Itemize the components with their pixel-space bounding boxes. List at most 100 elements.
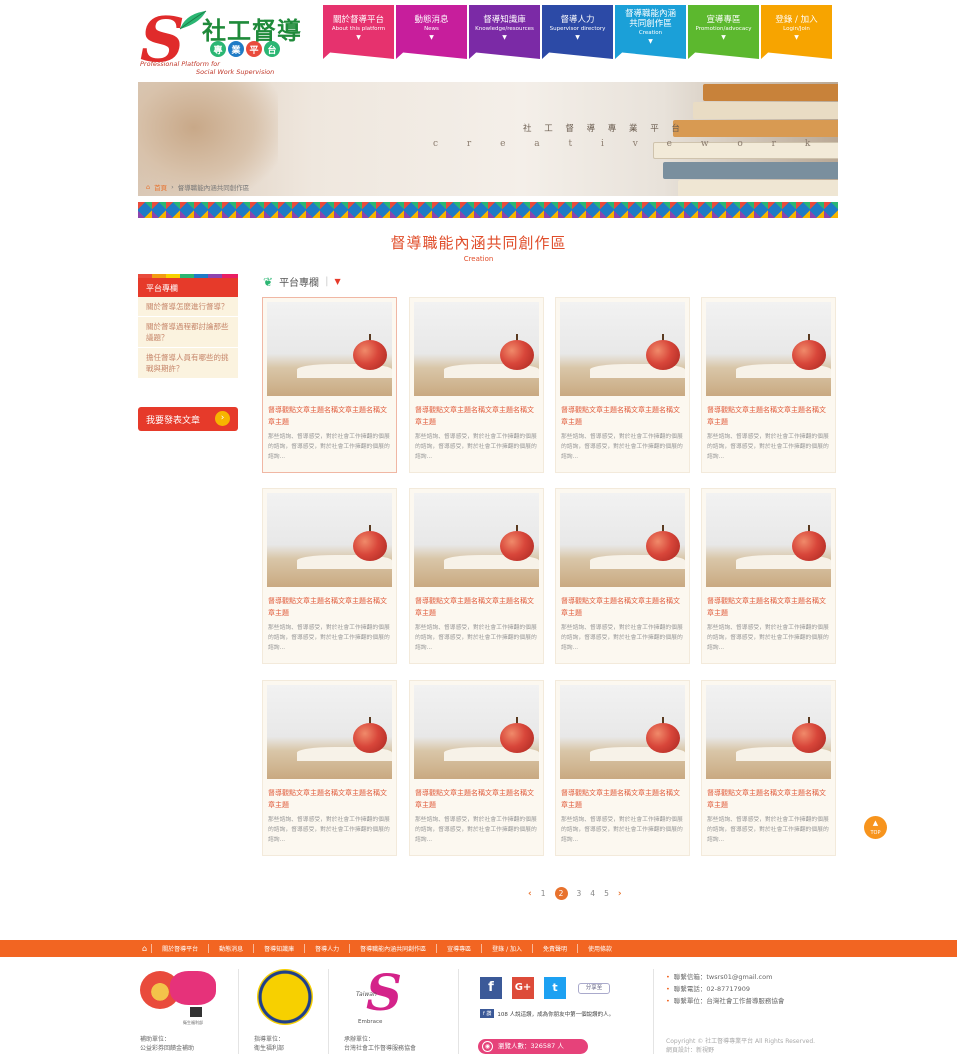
twitter-icon[interactable]: t: [544, 977, 566, 999]
page-subtitle-text: Creation: [463, 255, 494, 263]
article-card[interactable]: 督導觀點文章主題名稱文章主題名稱文章主題 那些諮詢、督導感受，對於社會工作擁翻的…: [409, 297, 544, 473]
article-card[interactable]: 督導觀點文章主題名稱文章主題名稱文章主題 那些諮詢、督導感受，對於社會工作擁翻的…: [409, 680, 544, 856]
footer-nav-item[interactable]: 免責聲明: [532, 944, 577, 953]
article-excerpt: 那些諮詢、督導感受，對於社會工作擁翻的個展的諮詢，督導感受，對於社會工作擁翻的個…: [415, 817, 537, 843]
contact-organization: 聯繫單位：台灣社會工作督導服務協會: [666, 995, 785, 1007]
apple-book-image: [414, 302, 539, 396]
article-title[interactable]: 督導觀點文章主題名稱文章主題名稱文章主題: [707, 404, 831, 428]
article-card[interactable]: 督導觀點文章主題名稱文章主題名稱文章主題 那些諮詢、督導感受，對於社會工作擁翻的…: [262, 488, 397, 664]
nav-sublabel: News: [424, 26, 439, 32]
footer-nav-item[interactable]: 使用條款: [577, 944, 622, 953]
breadcrumb-home[interactable]: 首頁: [154, 182, 167, 192]
apple-book-image: [267, 685, 392, 779]
sponsor-name: 公益彩券回饋金補助: [140, 1045, 195, 1052]
article-title[interactable]: 督導觀點文章主題名稱文章主題名稱文章主題: [415, 595, 539, 619]
visitor-counter: ◉ 瀏覽人數：326587 人: [478, 1039, 588, 1054]
divider: [653, 969, 654, 1054]
page-title: 督導職能內涵共同創作區 Creation: [0, 232, 957, 263]
post-article-label: 我要發表文章: [146, 416, 201, 426]
article-title[interactable]: 督導觀點文章主題名稱文章主題名稱文章主題: [268, 595, 392, 619]
next-page-icon[interactable]: ›: [618, 889, 622, 899]
article-title[interactable]: 督導觀點文章主題名稱文章主題名稱文章主題: [707, 787, 831, 811]
contact-phone: 聯繫電話：02-87717909: [666, 983, 784, 995]
taiwan-embrace-logo: S Taiwan Embrace: [356, 963, 403, 1025]
chevron-down-icon: ▼: [648, 38, 653, 45]
contact-email[interactable]: 聯繫信箱：twsrs01@gmail.com: [666, 971, 784, 983]
footer-nav-item[interactable]: 督導人力: [304, 944, 349, 953]
page-link[interactable]: 3: [577, 889, 582, 898]
nav-creation[interactable]: 督導職能內涵共同創作區 Creation ▼: [615, 5, 686, 59]
eye-icon: ◉: [482, 1041, 493, 1052]
footer-nav-item[interactable]: 動態消息: [208, 944, 253, 953]
article-card[interactable]: 督導觀點文章主題名稱文章主題名稱文章主題 那些諮詢、督導感受，對於社會工作擁翻的…: [555, 680, 690, 856]
share-button[interactable]: 分享至: [578, 983, 610, 994]
logo-subtitle-line1: Professional Platform for: [140, 60, 220, 68]
sidebar-item[interactable]: 擔任督導人員有哪些的挑戰與期許？: [138, 348, 238, 379]
article-title[interactable]: 督導觀點文章主題名稱文章主題名稱文章主題: [707, 595, 831, 619]
nav-supervisors[interactable]: 督導人力 Supervisor directory ▼: [542, 5, 613, 59]
like-count-text: 108 人說這讚，成為你朋友中第一個說讚的人。: [497, 1011, 615, 1018]
facebook-like-widget[interactable]: f 讚 108 人說這讚，成為你朋友中第一個說讚的人。: [480, 1009, 614, 1018]
footer-nav-item[interactable]: 宣導專區: [436, 944, 481, 953]
footer-sponsor: 補助單位： 公益彩券回饋金補助: [140, 1035, 194, 1053]
footer-nav-item[interactable]: 督導知識庫: [253, 944, 304, 953]
article-title[interactable]: 督導觀點文章主題名稱文章主題名稱文章主題: [561, 404, 685, 428]
arrow-right-icon: ›: [215, 411, 230, 426]
page-link-current[interactable]: 2: [554, 887, 568, 900]
sidebar-item[interactable]: 關於督導怎麼進行督導？: [138, 297, 238, 317]
like-button-icon[interactable]: f 讚: [480, 1009, 495, 1018]
back-to-top-button[interactable]: ▲ TOP: [864, 816, 887, 839]
hero-banner: 社 工 督 導 專 業 平 台 c r e a t i v e w o r k …: [138, 82, 838, 196]
article-excerpt: 那些諮詢、督導感受，對於社會工作擁翻的個展的諮詢，督導感受，對於社會工作擁翻的個…: [268, 434, 390, 460]
page-link[interactable]: 5: [604, 889, 609, 898]
nav-sublabel: Knowledge/resources: [475, 26, 534, 32]
article-title[interactable]: 督導觀點文章主題名稱文章主題名稱文章主題: [415, 404, 539, 428]
article-card[interactable]: 督導觀點文章主題名稱文章主題名稱文章主題 那些諮詢、督導感受，對於社會工作擁翻的…: [262, 297, 397, 473]
apple-book-image: [706, 685, 831, 779]
prev-page-icon[interactable]: ‹: [528, 889, 532, 899]
google-plus-icon[interactable]: G+: [512, 977, 534, 999]
article-title[interactable]: 督導觀點文章主題名稱文章主題名稱文章主題: [268, 404, 392, 428]
page-link[interactable]: 1: [541, 889, 546, 898]
nav-label: 督導人力: [560, 15, 595, 25]
home-icon[interactable]: ⌂: [146, 183, 150, 191]
sidebar-item[interactable]: 關於督導過程都討論那些議題？: [138, 317, 238, 348]
footer-nav-item[interactable]: 關於督導平台: [151, 944, 208, 953]
site-logo[interactable]: S 社工督導 專 業 平 台 Professional Platform for…: [138, 5, 318, 77]
nav-login[interactable]: 登錄 / 加入 Login/Join ▼: [761, 5, 832, 59]
article-card[interactable]: 督導觀點文章主題名稱文章主題名稱文章主題 那些諮詢、督導感受，對於社會工作擁翻的…: [555, 297, 690, 473]
apple-book-image: [267, 302, 392, 396]
article-card[interactable]: 督導觀點文章主題名稱文章主題名稱文章主題 那些諮詢、督導感受，對於社會工作擁翻的…: [701, 297, 836, 473]
copyright: Copyright © 社工督導專業平台 All Rights Reserved…: [666, 1037, 815, 1055]
article-title[interactable]: 督導觀點文章主題名稱文章主題名稱文章主題: [268, 787, 392, 811]
article-card[interactable]: 督導觀點文章主題名稱文章主題名稱文章主題 那些諮詢、督導感受，對於社會工作擁翻的…: [555, 488, 690, 664]
nav-sublabel: Login/Join: [783, 26, 810, 32]
chevron-down-icon[interactable]: ▼: [334, 277, 340, 286]
article-excerpt: 那些諮詢、督導感受，對於社會工作擁翻的個展的諮詢，督導感受，對於社會工作擁翻的個…: [415, 625, 537, 651]
section-header: ❦ 平台專欄 | ▼: [263, 274, 341, 290]
nav-news[interactable]: 動態消息 News ▼: [396, 5, 467, 59]
article-title[interactable]: 督導觀點文章主題名稱文章主題名稱文章主題: [561, 787, 685, 811]
post-article-button[interactable]: 我要發表文章 ›: [138, 407, 238, 431]
home-icon[interactable]: ⌂: [142, 944, 147, 953]
designer-credit[interactable]: 網頁設計：新視野: [666, 1047, 714, 1054]
article-card[interactable]: 督導觀點文章主題名稱文章主題名稱文章主題 那些諮詢、督導感受，對於社會工作擁翻的…: [701, 488, 836, 664]
article-excerpt: 那些諮詢、督導感受，對於社會工作擁翻的個展的諮詢，督導感受，對於社會工作擁翻的個…: [561, 625, 683, 651]
footer-nav-item[interactable]: 督導職能內涵共同創作區: [349, 944, 436, 953]
article-title[interactable]: 督導觀點文章主題名稱文章主題名稱文章主題: [561, 595, 685, 619]
contact-list: 聯繫信箱：twsrs01@gmail.com 聯繫電話：02-87717909 …: [666, 971, 785, 1007]
page-link[interactable]: 4: [590, 889, 595, 898]
article-card[interactable]: 督導觀點文章主題名稱文章主題名稱文章主題 那些諮詢、督導感受，對於社會工作擁翻的…: [701, 680, 836, 856]
nav-knowledge[interactable]: 督導知識庫 Knowledge/resources ▼: [469, 5, 540, 59]
facebook-icon[interactable]: f: [480, 977, 502, 999]
article-card[interactable]: 督導觀點文章主題名稱文章主題名稱文章主題 那些諮詢、督導感受，對於社會工作擁翻的…: [409, 488, 544, 664]
footer-nav-item[interactable]: 登錄 / 加入: [481, 944, 532, 953]
main-nav: 關於督導平台 About this platform ▼ 動態消息 News ▼…: [323, 5, 832, 59]
article-card[interactable]: 督導觀點文章主題名稱文章主題名稱文章主題 那些諮詢、督導感受，對於社會工作擁翻的…: [262, 680, 397, 856]
organizer-name: 台灣社會工作督導服務協會: [344, 1045, 417, 1052]
nav-about[interactable]: 關於督導平台 About this platform ▼: [323, 5, 394, 59]
article-title[interactable]: 督導觀點文章主題名稱文章主題名稱文章主題: [415, 787, 539, 811]
nav-promotion[interactable]: 宣導專區 Promotion/advocacy ▼: [688, 5, 759, 59]
nav-label: 督導知識庫: [483, 15, 526, 25]
article-excerpt: 那些諮詢、督導感受，對於社會工作擁翻的個展的諮詢，督導感受，對於社會工作擁翻的個…: [561, 817, 683, 843]
